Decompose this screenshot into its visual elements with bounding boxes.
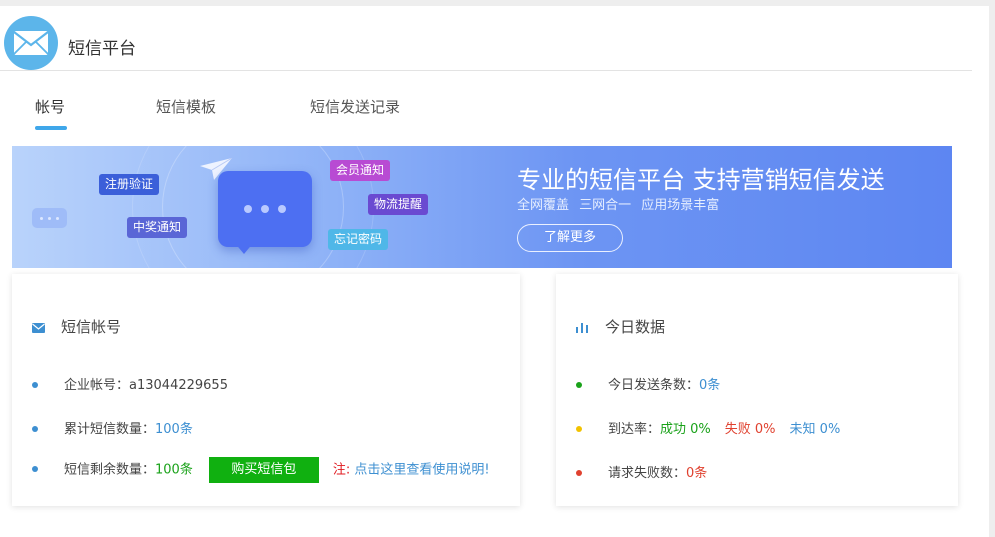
arrival-rate-label: 到达率： — [608, 422, 661, 437]
tag-prize: 中奖通知 — [127, 217, 188, 238]
small-chat-icon — [32, 208, 67, 228]
remaining-sms-row: 短信剩余数量：100条 购买短信包 注: 点击这里查看使用说明! — [32, 457, 490, 483]
tab-send-records[interactable]: 短信发送记录 — [310, 96, 400, 117]
enterprise-account-row: 企业帐号：a13044229655 — [32, 374, 228, 393]
usage-help-link[interactable]: 点击这里查看使用说明! — [354, 463, 489, 478]
request-fail-row: 请求失败数：0条 — [576, 462, 707, 481]
tag-password: 忘记密码 — [328, 229, 389, 250]
today-sent-label: 今日发送条数： — [608, 378, 700, 393]
arrival-rate-row: 到达率：成功 0% 失败 0% 未知 0% — [576, 418, 840, 437]
arrival-fail: 失败 0% — [724, 422, 776, 437]
promo-banner: 注册验证 中奖通知 会员通知 物流提醒 忘记密码 专业的短信平台 支持营销短信发… — [12, 146, 952, 268]
arrival-unknown: 未知 0% — [789, 422, 841, 437]
remaining-sms-label: 短信剩余数量： — [64, 462, 156, 478]
enterprise-account-label: 企业帐号： — [64, 378, 130, 393]
logo — [4, 16, 58, 70]
app-title: 短信平台 — [68, 39, 136, 59]
total-sms-value: 100条 — [155, 422, 193, 437]
tab-account[interactable]: 帐号 — [35, 96, 65, 117]
chat-bubble-tail — [234, 242, 254, 254]
bullet-icon — [32, 425, 38, 432]
remaining-sms-value: 100条 — [155, 462, 193, 478]
banner-title: 专业的短信平台 支持营销短信发送 — [517, 166, 885, 194]
tab-bar: 帐号 短信模板 短信发送记录 — [0, 90, 972, 136]
bar-chart-icon — [576, 319, 589, 337]
card-header: 今日数据 — [576, 316, 665, 337]
card-header: 短信帐号 — [32, 316, 121, 337]
tag-logistics: 物流提醒 — [368, 194, 429, 215]
request-fail-label: 请求失败数： — [608, 466, 687, 481]
bullet-icon — [32, 381, 38, 388]
tag-member: 会员通知 — [330, 160, 391, 181]
total-sms-label: 累计短信数量： — [64, 422, 156, 437]
tab-templates[interactable]: 短信模板 — [156, 96, 216, 117]
request-fail-value: 0条 — [686, 466, 708, 481]
sms-account-card: 短信帐号 企业帐号：a13044229655 累计短信数量：100条 短信剩余数… — [12, 274, 520, 506]
chat-bubble-icon — [218, 171, 312, 247]
note-label: 注: — [332, 462, 351, 478]
bullet-icon — [32, 466, 38, 472]
total-sms-row: 累计短信数量：100条 — [32, 418, 193, 437]
main-panel: 短信平台 帐号 短信模板 短信发送记录 注册验证 中奖通知 会员通知 物流提醒 — [0, 6, 989, 537]
mail-icon — [32, 319, 45, 337]
card-title: 今日数据 — [605, 318, 666, 336]
bullet-icon — [576, 469, 582, 476]
today-data-card: 今日数据 今日发送条数：0条 到达率：成功 0% 失败 0% 未知 0% 请求失败数… — [556, 274, 958, 506]
bullet-icon — [576, 425, 582, 432]
bullet-icon — [576, 381, 582, 388]
card-title: 短信帐号 — [61, 318, 122, 336]
today-sent-row: 今日发送条数：0条 — [576, 374, 720, 393]
banner-subtitle: 全网覆盖 三网合一 应用场景丰富 — [517, 198, 720, 213]
active-tab-indicator — [35, 126, 67, 130]
enterprise-account-value: a13044229655 — [129, 378, 228, 393]
page-header: 短信平台 — [0, 6, 972, 71]
arrival-success: 成功 0% — [660, 422, 711, 437]
today-sent-value: 0条 — [699, 378, 721, 393]
buy-sms-package-button[interactable]: 购买短信包 — [208, 457, 319, 483]
tag-register: 注册验证 — [99, 174, 160, 195]
learn-more-button[interactable]: 了解更多 — [517, 224, 623, 252]
